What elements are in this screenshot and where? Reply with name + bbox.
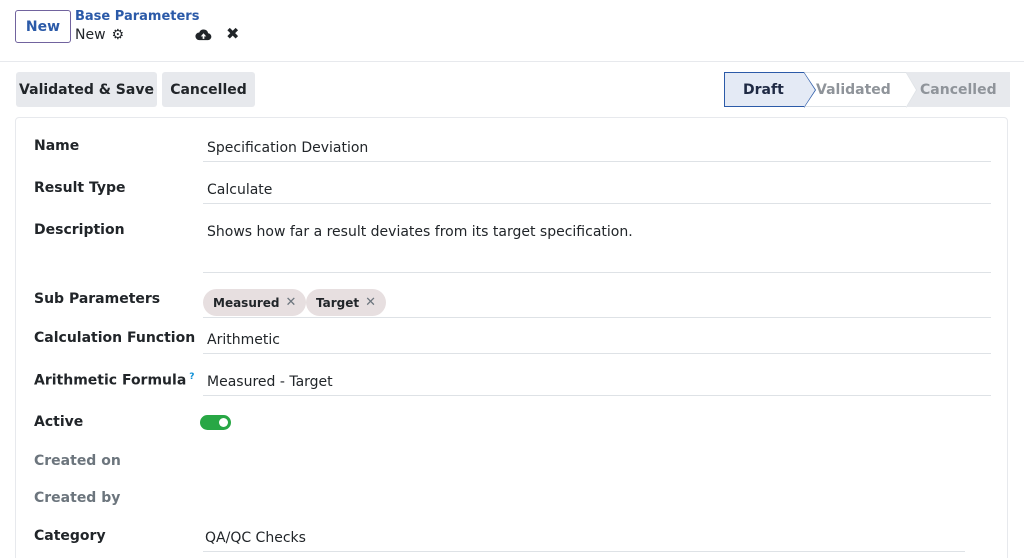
name-label: Name (34, 138, 80, 154)
result-type-label: Result Type (34, 180, 126, 196)
active-toggle[interactable] (200, 415, 231, 430)
toggle-knob (219, 418, 228, 427)
tag-measured: Measured ✕ (203, 289, 307, 316)
close-icon[interactable]: ✕ (286, 295, 297, 310)
help-icon[interactable]: ? (189, 372, 194, 382)
control-panel: New Base Parameters New ⚙ ✖ (0, 0, 1024, 62)
cloud-upload-icon[interactable] (195, 28, 212, 42)
category-underline (203, 551, 965, 552)
arithmetic-formula-label: Arithmetic Formula? (34, 372, 195, 389)
gear-icon[interactable]: ⚙ (112, 28, 125, 42)
sub-parameters-label: Sub Parameters (34, 291, 161, 307)
description-label: Description (34, 222, 125, 238)
discard-icon[interactable]: ✖ (226, 26, 239, 42)
description-underline (203, 272, 991, 273)
status-bar: Cancelled Validated Draft (724, 72, 1010, 108)
result-type-underline (203, 203, 991, 204)
close-icon[interactable]: ✕ (365, 295, 376, 310)
name-field[interactable]: Specification Deviation (207, 140, 368, 156)
calculation-function-underline (203, 353, 991, 354)
stage-draft[interactable]: Draft (724, 72, 816, 108)
cancelled-button[interactable]: Cancelled (162, 72, 255, 107)
arithmetic-formula-label-text: Arithmetic Formula (34, 372, 187, 389)
calculation-function-label: Calculation Function (34, 330, 196, 346)
tag-label: Target (316, 295, 360, 310)
breadcrumb-current: New ⚙ (75, 27, 124, 43)
arithmetic-formula-field[interactable]: Measured - Target (207, 374, 333, 390)
category-label: Category (34, 528, 106, 544)
tag-label: Measured (213, 295, 280, 310)
arithmetic-formula-underline (203, 395, 991, 396)
created-on-label: Created on (34, 453, 121, 469)
stage-validated[interactable]: Validated (804, 72, 917, 108)
new-button[interactable]: New (15, 10, 71, 43)
result-type-select[interactable]: Calculate (207, 182, 272, 198)
validate-save-button[interactable]: Validated & Save (16, 72, 157, 107)
category-select[interactable]: QA/QC Checks (205, 530, 306, 546)
description-field[interactable]: Shows how far a result deviates from its… (207, 224, 633, 240)
calculation-function-select[interactable]: Arithmetic (207, 332, 280, 348)
stage-cancelled[interactable]: Cancelled (906, 72, 1010, 107)
active-label: Active (34, 414, 84, 430)
breadcrumb-current-label: New (75, 27, 106, 43)
sub-parameters-underline (203, 317, 991, 318)
name-field-underline (203, 161, 991, 162)
tag-target: Target ✕ (306, 289, 387, 316)
created-by-label: Created by (34, 490, 121, 506)
breadcrumb-base-parameters[interactable]: Base Parameters (75, 9, 199, 24)
